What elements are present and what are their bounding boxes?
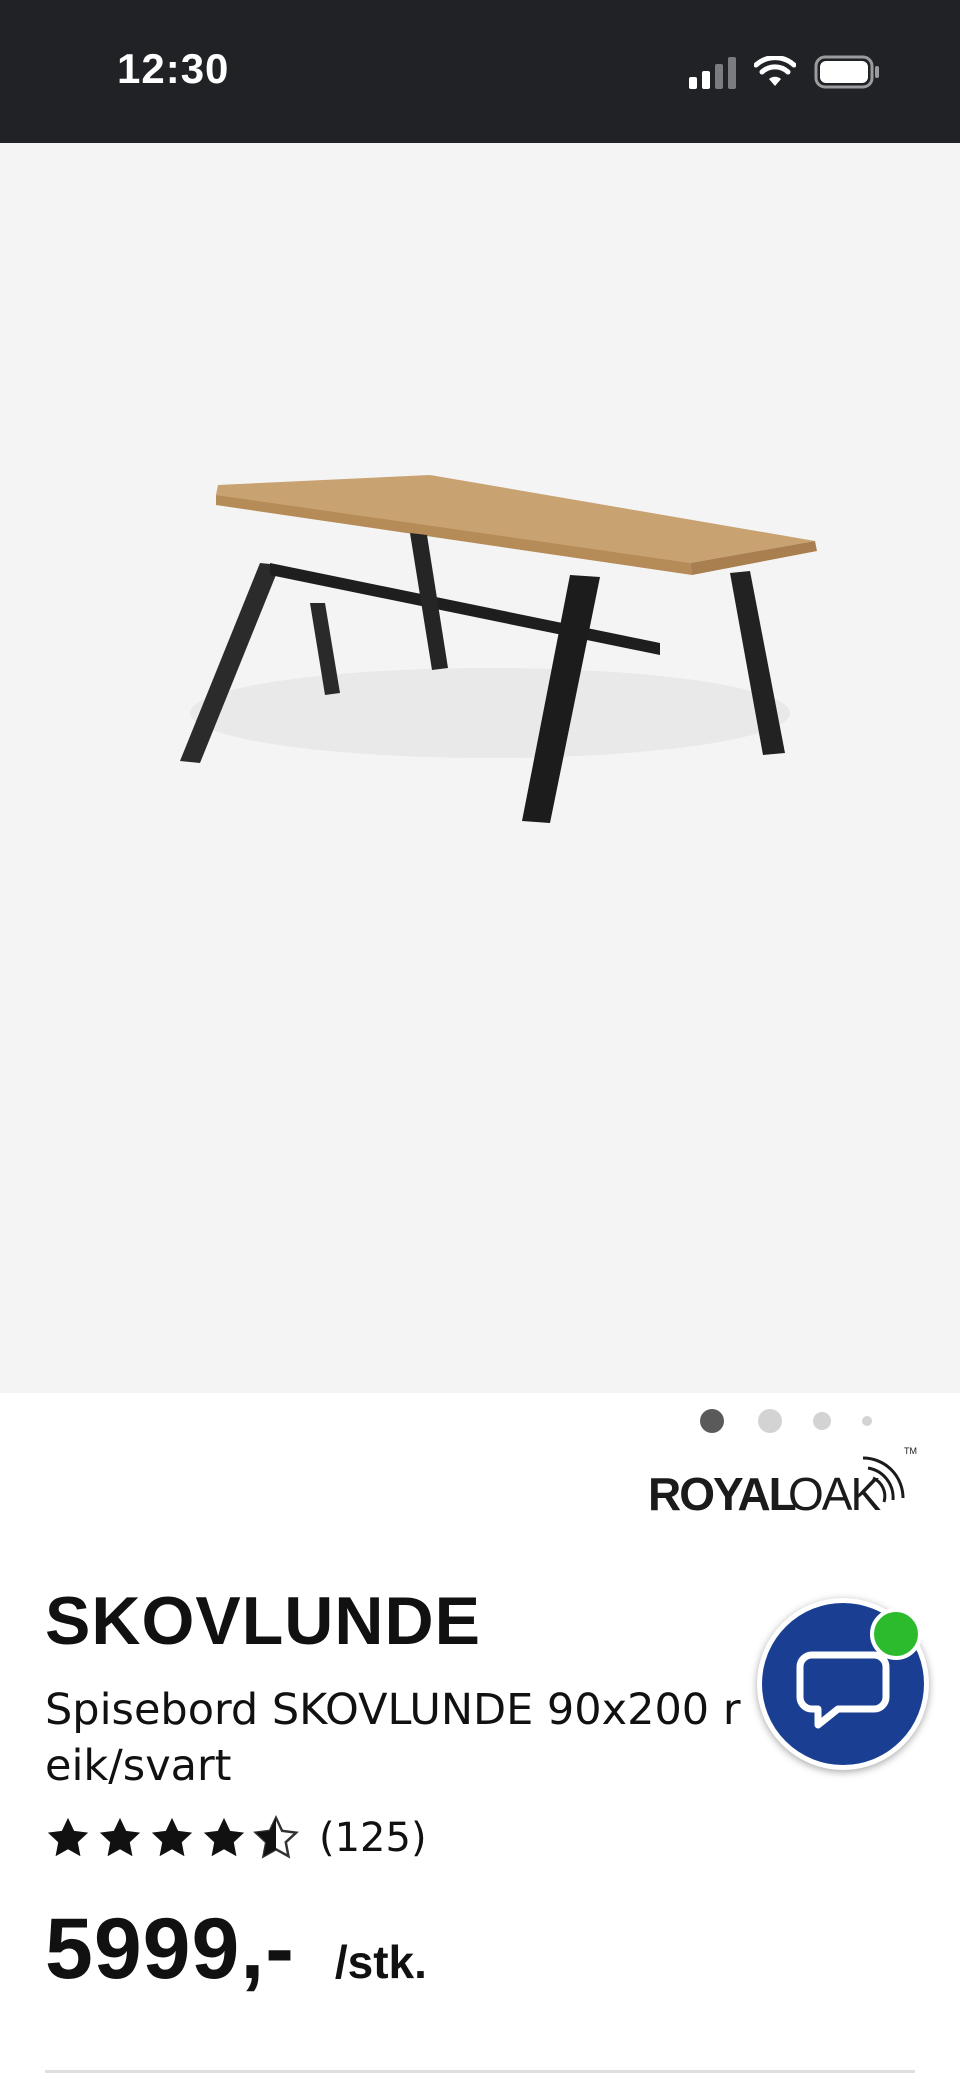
status-bar: 12:30	[0, 0, 960, 143]
product-image	[180, 475, 817, 823]
pagination-dot[interactable]	[813, 1412, 831, 1430]
product-title: SKOVLUNDE	[45, 1583, 481, 1659]
product-price: 5999,-	[45, 1901, 295, 1997]
brand-logo: ROYAL OAK TM	[648, 1446, 917, 1520]
online-status-badge	[870, 1608, 922, 1660]
signal-icon	[689, 55, 736, 89]
star-filled-icon	[99, 1817, 141, 1857]
pagination-dot[interactable]	[862, 1416, 872, 1426]
status-icons	[689, 52, 880, 92]
star-filled-icon	[151, 1817, 193, 1857]
section-divider	[45, 2070, 915, 2073]
pagination-dot[interactable]	[758, 1409, 782, 1433]
svg-text:TM: TM	[904, 1446, 917, 1456]
rating-stars	[45, 1815, 299, 1861]
price-unit: /stk.	[334, 1936, 427, 1988]
battery-icon	[814, 55, 879, 89]
star-filled-icon	[203, 1817, 245, 1857]
star-filled-icon	[47, 1817, 89, 1857]
product-description: Spisebord SKOVLUNDE 90x200 r eik/svart	[45, 1685, 741, 1791]
status-time: 12:30	[117, 45, 230, 92]
wifi-icon	[754, 56, 796, 86]
product-image-gallery[interactable]	[0, 143, 960, 1433]
product-rating[interactable]: (125)	[45, 1815, 427, 1861]
review-count[interactable]: (125)	[319, 1815, 427, 1861]
svg-text:ROYAL: ROYAL	[648, 1468, 796, 1520]
price-row: 5999,- /stk.	[45, 1900, 427, 1999]
star-half-icon	[253, 1815, 299, 1859]
pagination-dot[interactable]	[700, 1409, 724, 1433]
svg-text:OAK: OAK	[788, 1468, 881, 1520]
